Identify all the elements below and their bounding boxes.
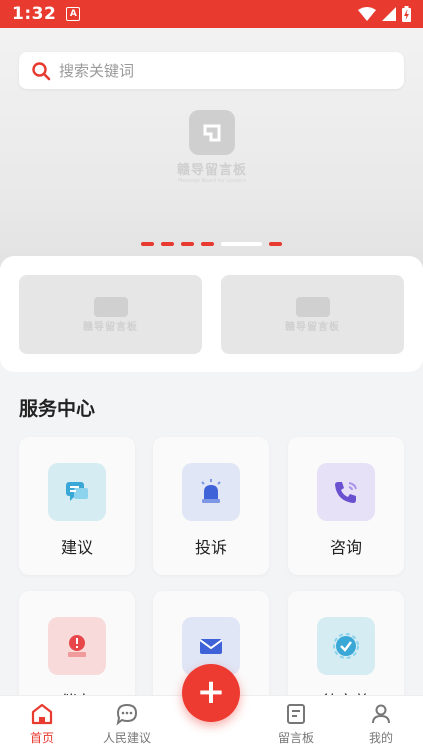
carousel-indicator (0, 242, 423, 246)
search-icon (32, 61, 51, 80)
urge-icon (48, 617, 106, 675)
service-label: 咨询 (329, 538, 362, 557)
board-icon (287, 704, 305, 724)
banner-logo-text: 赣导留言板 (176, 163, 247, 178)
plus-icon: + (196, 671, 226, 712)
carousel-dot-active[interactable] (221, 242, 262, 246)
banner-logo-subtitle: Message Board for Leaders (177, 178, 246, 184)
service-suggestion[interactable]: 建议 (19, 437, 135, 575)
check-badge-icon (317, 617, 375, 675)
thumb-logo-text: 赣导留言板 (83, 321, 138, 333)
status-bar: 1:32 A (0, 0, 423, 28)
phone-icon (317, 463, 375, 521)
add-button[interactable]: + (182, 664, 240, 722)
alarm-light-icon (182, 463, 240, 521)
feature-thumb-2[interactable]: 赣导留言板 (221, 275, 404, 354)
carousel-dot[interactable] (181, 242, 194, 246)
logo-mark-icon (189, 110, 235, 155)
tab-label: 我的 (368, 731, 393, 745)
tab-people-suggestion[interactable]: 人民建议 (92, 702, 162, 746)
service-complaint[interactable]: 投诉 (153, 437, 269, 575)
search-placeholder: 搜索关键词 (59, 62, 135, 80)
carousel-dot[interactable] (141, 242, 154, 246)
chat-bubble-icon (48, 463, 106, 521)
thumb-logo-text: 赣导留言板 (285, 321, 340, 333)
tab-label: 人民建议 (102, 731, 151, 745)
service-label: 投诉 (194, 538, 227, 557)
service-label: 建议 (60, 538, 93, 557)
feature-card: 赣导留言板 赣导留言板 (0, 256, 423, 372)
service-consult[interactable]: 咨询 (288, 437, 404, 575)
carousel-dot[interactable] (269, 242, 282, 246)
home-icon (31, 703, 53, 725)
status-time: 1:32 (12, 4, 57, 24)
carousel-dot[interactable] (201, 242, 214, 246)
message-icon (116, 703, 138, 726)
tab-home[interactable]: 首页 (7, 702, 77, 746)
section-title: 服务中心 (19, 398, 96, 420)
logo-mark-icon (295, 296, 330, 317)
tab-mine[interactable]: 我的 (346, 702, 416, 746)
wifi-icon (358, 7, 376, 21)
tab-label: 首页 (29, 731, 54, 745)
tab-label: 留言板 (277, 731, 314, 745)
tab-message-board[interactable]: 留言板 (261, 702, 331, 746)
user-icon (372, 704, 390, 724)
search-input[interactable]: 搜索关键词 (19, 52, 404, 89)
banner-logo: 赣导留言板 Message Board for Leaders (172, 110, 252, 184)
carousel-dot[interactable] (161, 242, 174, 246)
notification-icon: A (66, 7, 81, 21)
feature-thumb-1[interactable]: 赣导留言板 (19, 275, 202, 354)
battery-icon (402, 6, 411, 22)
logo-mark-icon (93, 296, 128, 317)
banner-carousel[interactable]: 搜索关键词 赣导留言板 Message Board for Leaders (0, 28, 423, 268)
status-icons (358, 6, 411, 22)
signal-icon (382, 7, 396, 21)
